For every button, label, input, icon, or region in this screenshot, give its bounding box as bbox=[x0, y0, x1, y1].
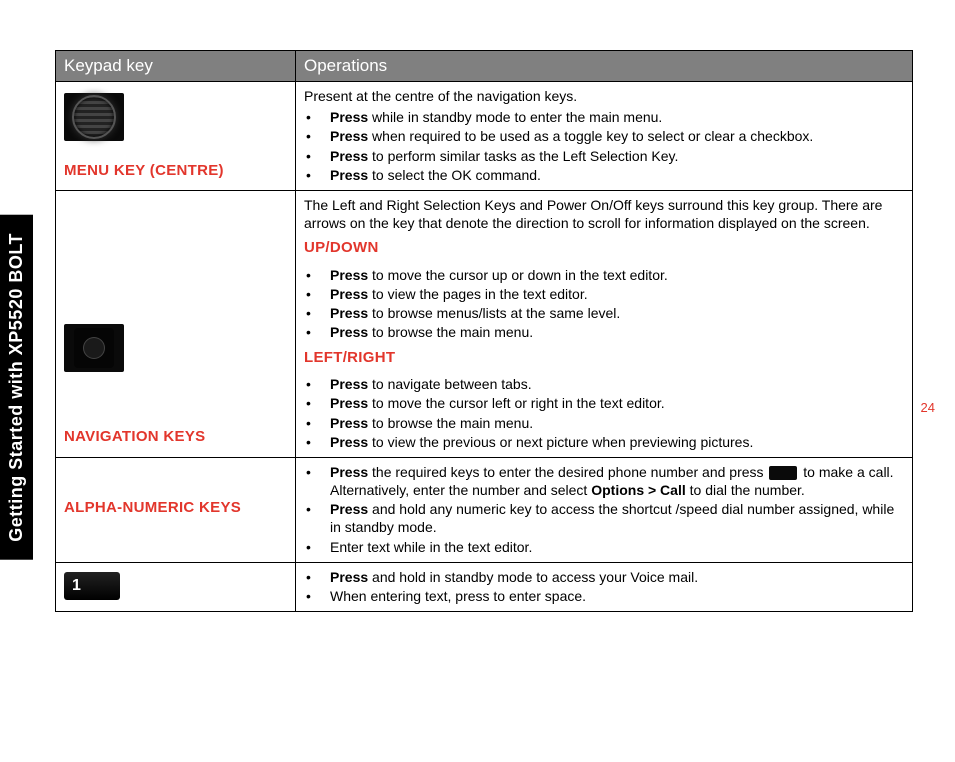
page-number: 24 bbox=[921, 400, 935, 415]
list-item: Enter text while in the text editor. bbox=[330, 538, 904, 556]
list-item: Press bbox=[330, 569, 368, 585]
list-item: Press bbox=[330, 128, 368, 144]
menu-key-label: MENU KEY (CENTRE) bbox=[64, 161, 287, 181]
list-item: Press bbox=[330, 305, 368, 321]
call-key-icon bbox=[769, 466, 797, 480]
one-key-icon: 1 bbox=[64, 572, 120, 600]
table-row: ALPHA-NUMERIC KEYS Press the required ke… bbox=[56, 457, 913, 562]
alpha-numeric-keys-label: ALPHA-NUMERIC KEYS bbox=[64, 498, 287, 518]
list-item: Press bbox=[330, 501, 368, 517]
table-row: NAVIGATION KEYS The Left and Right Selec… bbox=[56, 191, 913, 458]
navigation-keys-icon bbox=[64, 324, 124, 372]
list-item: Press bbox=[330, 148, 368, 164]
keypad-table: Keypad key Operations MENU KEY (CENTRE) … bbox=[55, 50, 913, 612]
menu-key-icon bbox=[64, 93, 124, 141]
navigation-keys-label: NAVIGATION KEYS bbox=[64, 427, 287, 447]
up-down-heading: UP/DOWN bbox=[304, 238, 904, 258]
list-item: Press bbox=[330, 109, 368, 125]
table-row: MENU KEY (CENTRE) Present at the centre … bbox=[56, 82, 913, 191]
list-item: Press bbox=[330, 324, 368, 340]
list-item: Press the required keys to enter the des… bbox=[330, 463, 904, 499]
table-row: 1 Press and hold in standby mode to acce… bbox=[56, 562, 913, 611]
list-item: Press bbox=[330, 167, 368, 183]
list-item: Press bbox=[330, 267, 368, 283]
header-keypad-key: Keypad key bbox=[56, 51, 296, 82]
list-item: Press bbox=[330, 434, 368, 450]
header-operations: Operations bbox=[296, 51, 913, 82]
main-content: Keypad key Operations MENU KEY (CENTRE) … bbox=[55, 50, 913, 612]
list-item: Press bbox=[330, 395, 368, 411]
left-right-heading: LEFT/RIGHT bbox=[304, 348, 904, 368]
list-item: Press bbox=[330, 415, 368, 431]
sidebar-chapter-title: Getting Started with XP5520 BOLT bbox=[0, 215, 33, 560]
nav-keys-intro: The Left and Right Selection Keys and Po… bbox=[304, 196, 904, 232]
list-item: When entering text, press to enter space… bbox=[330, 587, 904, 605]
list-item: Press bbox=[330, 376, 368, 392]
menu-key-intro: Present at the centre of the navigation … bbox=[304, 87, 904, 105]
list-item: Press bbox=[330, 286, 368, 302]
